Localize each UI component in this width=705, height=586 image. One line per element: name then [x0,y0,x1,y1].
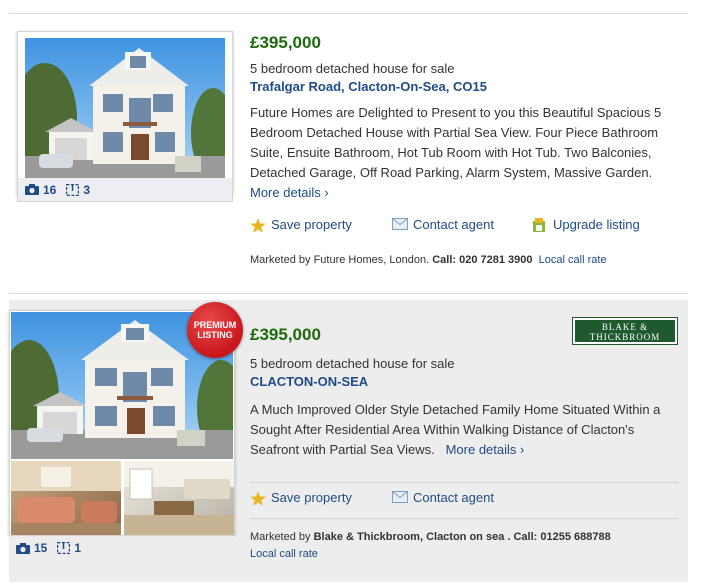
agent-logo[interactable]: BLAKE & THICKBROOM [572,317,678,345]
save-property-button[interactable]: Save property [250,217,392,232]
main-photo[interactable] [17,31,233,195]
envelope-icon [392,217,408,230]
listing-price: £395,000 [250,325,321,344]
listing-actions: Save property Contact agent [250,490,494,505]
save-property-label: Save property [271,217,352,232]
property-address-link[interactable]: CLACTON-ON-SEA [250,374,368,389]
agent-phone[interactable]: Call: 020 7281 3900 [432,254,532,266]
premium-listing-card: 15 1 PREMIUM LISTING BLAKE & THICKBROOM … [9,300,688,582]
property-description: Future Homes are Delighted to Present to… [250,103,670,203]
star-icon [250,490,266,505]
property-type: 5 bedroom detached house for sale [250,61,455,76]
upgrade-listing-label: Upgrade listing [553,217,640,232]
local-call-rate-link[interactable]: Local call rate [539,254,607,266]
actions-divider-bottom [250,518,679,519]
floorplan-count: 3 [83,182,91,197]
listing-card: 16 3 £395,000 5 bedroom detached house f… [0,14,705,294]
premium-listing-badge: PREMIUM LISTING [187,302,243,358]
photo-count: 15 [34,541,48,555]
description-text: Future Homes are Delighted to Present to… [250,105,662,180]
property-address-link[interactable]: Trafalgar Road, Clacton-On-Sea, CO15 [250,79,487,94]
listing-divider [9,293,688,294]
contact-agent-label: Contact agent [413,490,494,505]
contact-agent-button[interactable]: Contact agent [392,217,532,232]
marketed-text: Marketed by Future Homes, London. [250,254,430,266]
kitchen-photo [124,461,234,535]
living-room-photo [11,461,121,535]
actions-divider-top [250,482,679,483]
thumbnail-living-room[interactable] [11,461,121,535]
upgrade-listing-button[interactable]: Upgrade listing [532,217,640,232]
local-call-rate-link[interactable]: Local call rate [250,548,318,560]
floorplan-count: 1 [74,541,82,555]
marketed-by: Marketed by Blake & Thickbroom, Clacton … [250,529,680,563]
more-details-link[interactable]: More details › [446,442,525,457]
photo-count-bar[interactable]: 15 1 [9,536,235,560]
camera-icon [25,184,39,195]
property-description: A Much Improved Older Style Detached Fam… [250,400,670,460]
logo-line-1: BLAKE & [601,322,649,332]
agent-phone[interactable]: . Call: 01255 688788 [507,531,610,543]
star-icon [250,217,266,232]
listing-price: £395,000 [250,33,321,52]
camera-icon [16,542,30,554]
contact-agent-button[interactable]: Contact agent [392,490,494,505]
photo-count: 16 [43,182,57,197]
house-photo [25,48,225,186]
marketed-by: Marketed by Future Homes, London. Call: … [250,254,607,266]
badge-line-1: PREMIUM [193,320,237,330]
agent-name[interactable]: Blake & Thickbroom, Clacton on sea [314,531,505,543]
listing-actions: Save property Contact agent Upgrade list… [250,217,640,232]
thumbnail-kitchen[interactable] [124,461,234,535]
save-property-label: Save property [271,490,352,505]
logo-line-2: THICKBROOM [589,332,661,342]
floorplan-icon [66,183,80,196]
contact-agent-label: Contact agent [413,217,494,232]
property-type: 5 bedroom detached house for sale [250,356,455,371]
photo-count-bar[interactable]: 16 3 [17,178,233,202]
more-details-link[interactable]: More details › [250,185,329,200]
marketed-text: Marketed by [250,531,311,543]
badge-line-2: LISTING [197,330,233,340]
upgrade-icon [533,217,545,232]
save-property-button[interactable]: Save property [250,490,392,505]
floorplan-icon [57,542,71,554]
envelope-icon [392,490,408,503]
